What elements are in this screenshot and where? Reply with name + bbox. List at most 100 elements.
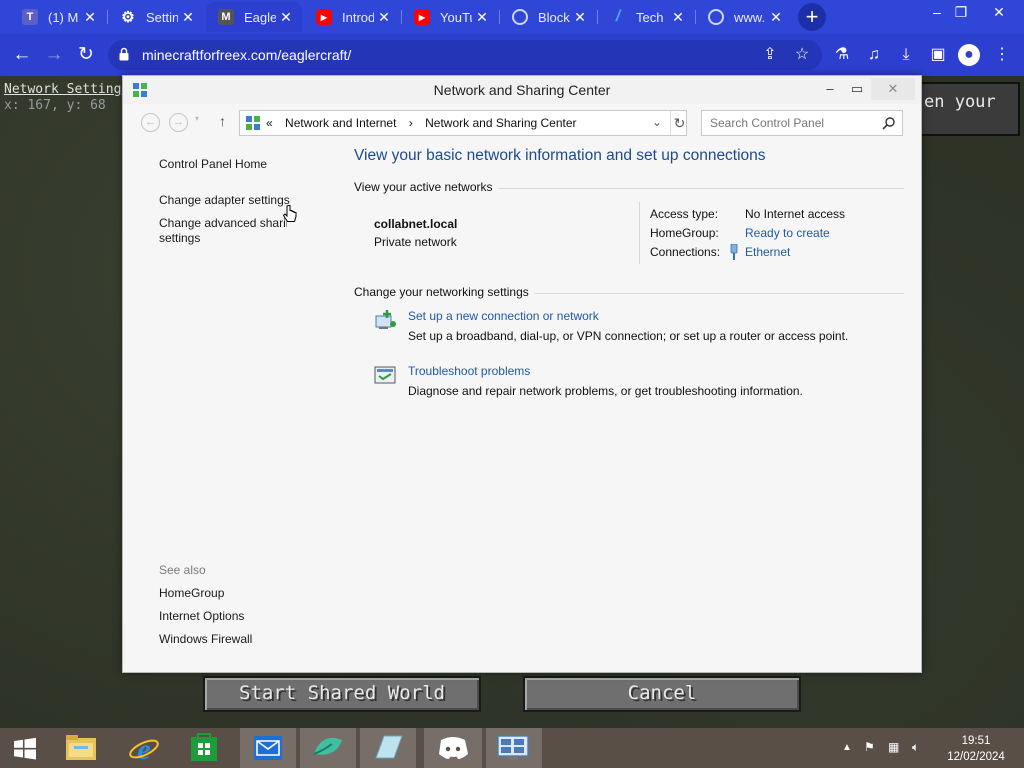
close-icon[interactable]: ✕ bbox=[768, 9, 784, 26]
access-type-value: No Internet access bbox=[745, 207, 846, 221]
internet-explorer-icon[interactable]: e bbox=[121, 728, 167, 768]
change-advanced-sharing-line2: settings bbox=[159, 231, 201, 245]
close-icon[interactable]: ✕ bbox=[278, 9, 294, 26]
back-arrow-icon[interactable]: ← bbox=[9, 42, 35, 68]
forward-arrow-icon[interactable]: → bbox=[41, 42, 67, 68]
browser-tab[interactable]: / Tech ✕ bbox=[598, 2, 694, 32]
close-icon[interactable]: ✕ bbox=[180, 9, 196, 26]
labs-flask-icon[interactable]: ⚗ bbox=[831, 44, 853, 66]
change-advanced-sharing-link[interactable]: Change advanced sharing settings bbox=[159, 216, 287, 245]
change-adapter-settings-link[interactable]: Change adapter settings bbox=[159, 193, 290, 207]
minimize-icon[interactable]: – bbox=[817, 78, 843, 100]
notes-icon[interactable] bbox=[360, 728, 416, 768]
close-icon[interactable]: ✕ bbox=[871, 78, 915, 100]
minimize-icon[interactable]: – bbox=[924, 4, 950, 20]
show-hidden-icons-icon[interactable]: ▲ bbox=[842, 742, 852, 753]
recent-dropdown-icon[interactable]: ▾ bbox=[195, 114, 199, 123]
search-icon[interactable] bbox=[882, 116, 896, 130]
breadcrumb-network-internet[interactable]: Network and Internet bbox=[285, 116, 396, 130]
discord-icon[interactable] bbox=[424, 728, 482, 768]
browser-tab[interactable]: www. ✕ bbox=[696, 2, 792, 32]
game-coords-text: x: 167, y: 68 bbox=[4, 98, 106, 113]
action-center-flag-icon[interactable]: ⚑ bbox=[864, 740, 875, 754]
windows-firewall-link[interactable]: Windows Firewall bbox=[159, 632, 252, 646]
close-window-icon[interactable]: ✕ bbox=[986, 4, 1012, 21]
cancel-button[interactable]: Cancel bbox=[523, 676, 801, 712]
homegroup-link[interactable]: HomeGroup bbox=[159, 586, 224, 600]
window-titlebar[interactable]: Network and Sharing Center – ▭ ✕ bbox=[123, 76, 921, 104]
browser-tab[interactable]: Block ✕ bbox=[500, 2, 596, 32]
app-icon[interactable] bbox=[300, 728, 356, 768]
close-icon[interactable]: ✕ bbox=[376, 9, 392, 26]
teams-icon: T bbox=[22, 9, 38, 25]
mail-icon[interactable] bbox=[240, 728, 296, 768]
setup-new-connection-link[interactable]: Set up a new connection or network bbox=[408, 309, 599, 323]
internet-options-link[interactable]: Internet Options bbox=[159, 609, 244, 623]
bookmark-star-icon[interactable]: ☆ bbox=[791, 44, 813, 66]
ethernet-connection-link[interactable]: Ethernet bbox=[745, 245, 790, 259]
browser-tab[interactable]: T (1) M ✕ bbox=[10, 2, 106, 32]
start-icon[interactable] bbox=[2, 728, 48, 768]
window-title: Network and Sharing Center bbox=[433, 82, 611, 98]
file-explorer-icon[interactable] bbox=[58, 728, 104, 768]
breadcrumb-overflow[interactable]: « bbox=[266, 116, 273, 130]
youtube-icon: ▶ bbox=[414, 9, 430, 25]
download-icon[interactable]: ⤓ bbox=[895, 44, 917, 66]
profile-avatar-icon[interactable]: ● bbox=[958, 44, 980, 66]
network-type: Private network bbox=[374, 235, 457, 249]
restore-icon[interactable]: ❐ bbox=[948, 4, 974, 21]
close-icon[interactable]: ✕ bbox=[670, 9, 686, 26]
search-box[interactable] bbox=[701, 110, 903, 136]
system-clock[interactable]: 19:51 12/02/2024 bbox=[946, 733, 1006, 765]
active-networks-section: View your active networks bbox=[354, 180, 904, 194]
forward-icon[interactable]: → bbox=[169, 113, 188, 132]
change-settings-heading: Change your networking settings bbox=[354, 285, 534, 299]
store-icon[interactable] bbox=[181, 728, 227, 768]
network-name: collabnet.local bbox=[374, 217, 458, 231]
maximize-icon[interactable]: ▭ bbox=[844, 78, 870, 100]
reload-icon[interactable]: ↻ bbox=[73, 42, 99, 68]
tab-title: YouTu bbox=[440, 9, 472, 25]
back-icon[interactable]: ← bbox=[141, 113, 160, 132]
browser-tab[interactable]: ▶ Introd ✕ bbox=[304, 2, 400, 32]
new-connection-icon bbox=[375, 310, 396, 329]
close-icon[interactable]: ✕ bbox=[82, 9, 98, 26]
tab-title: www. bbox=[734, 9, 766, 25]
tab-title: Block bbox=[538, 9, 570, 25]
up-arrow-icon[interactable]: ↑ bbox=[219, 113, 226, 129]
more-menu-icon[interactable]: ⋮ bbox=[991, 44, 1013, 66]
control-panel-home-link[interactable]: Control Panel Home bbox=[159, 157, 267, 171]
globe-icon bbox=[708, 9, 724, 25]
remote-desktop-icon[interactable] bbox=[486, 728, 542, 768]
browser-tab[interactable]: ▶ YouTu ✕ bbox=[402, 2, 498, 32]
media-control-icon[interactable]: ♫ bbox=[863, 44, 885, 66]
breadcrumb-separator[interactable]: › bbox=[409, 116, 413, 130]
close-icon[interactable]: ✕ bbox=[474, 9, 490, 26]
ethernet-icon bbox=[730, 244, 738, 260]
youtube-icon: ▶ bbox=[316, 9, 332, 25]
chevron-down-icon[interactable]: ⌄ bbox=[652, 115, 662, 129]
url-text[interactable]: minecraftforfreex.com/eaglercraft/ bbox=[142, 47, 351, 63]
new-tab-button[interactable]: + bbox=[798, 3, 826, 31]
globe-icon bbox=[512, 9, 528, 25]
lock-icon bbox=[119, 47, 129, 61]
network-sharing-center-window: Network and Sharing Center – ▭ ✕ ← → ▾ ↑… bbox=[122, 75, 922, 673]
homegroup-ready-link[interactable]: Ready to create bbox=[745, 226, 830, 240]
share-icon[interactable]: ⇪ bbox=[759, 44, 781, 66]
search-input[interactable] bbox=[708, 114, 878, 132]
troubleshoot-problems-link[interactable]: Troubleshoot problems bbox=[408, 364, 530, 378]
connections-label: Connections: bbox=[650, 245, 721, 259]
browser-tab-active[interactable]: M Eagle ✕ bbox=[206, 2, 302, 32]
volume-icon[interactable]: 🔈︎ bbox=[912, 740, 919, 755]
access-type-label: Access type: bbox=[650, 207, 719, 221]
network-status-icon[interactable]: ▦ bbox=[888, 740, 899, 754]
t-icon: / bbox=[615, 8, 621, 25]
side-panel-icon[interactable]: ▣ bbox=[927, 44, 949, 66]
refresh-icon[interactable]: ↻ bbox=[670, 111, 688, 135]
breadcrumb-network-sharing-center[interactable]: Network and Sharing Center bbox=[425, 116, 576, 130]
close-icon[interactable]: ✕ bbox=[572, 9, 588, 26]
troubleshoot-problems-desc: Diagnose and repair network problems, or… bbox=[408, 384, 803, 398]
start-shared-world-button[interactable]: Start Shared World bbox=[203, 676, 481, 712]
explorer-address-bar[interactable]: « Network and Internet › Network and Sha… bbox=[239, 110, 687, 136]
browser-tab[interactable]: ⚙ Settin ✕ bbox=[108, 2, 204, 32]
